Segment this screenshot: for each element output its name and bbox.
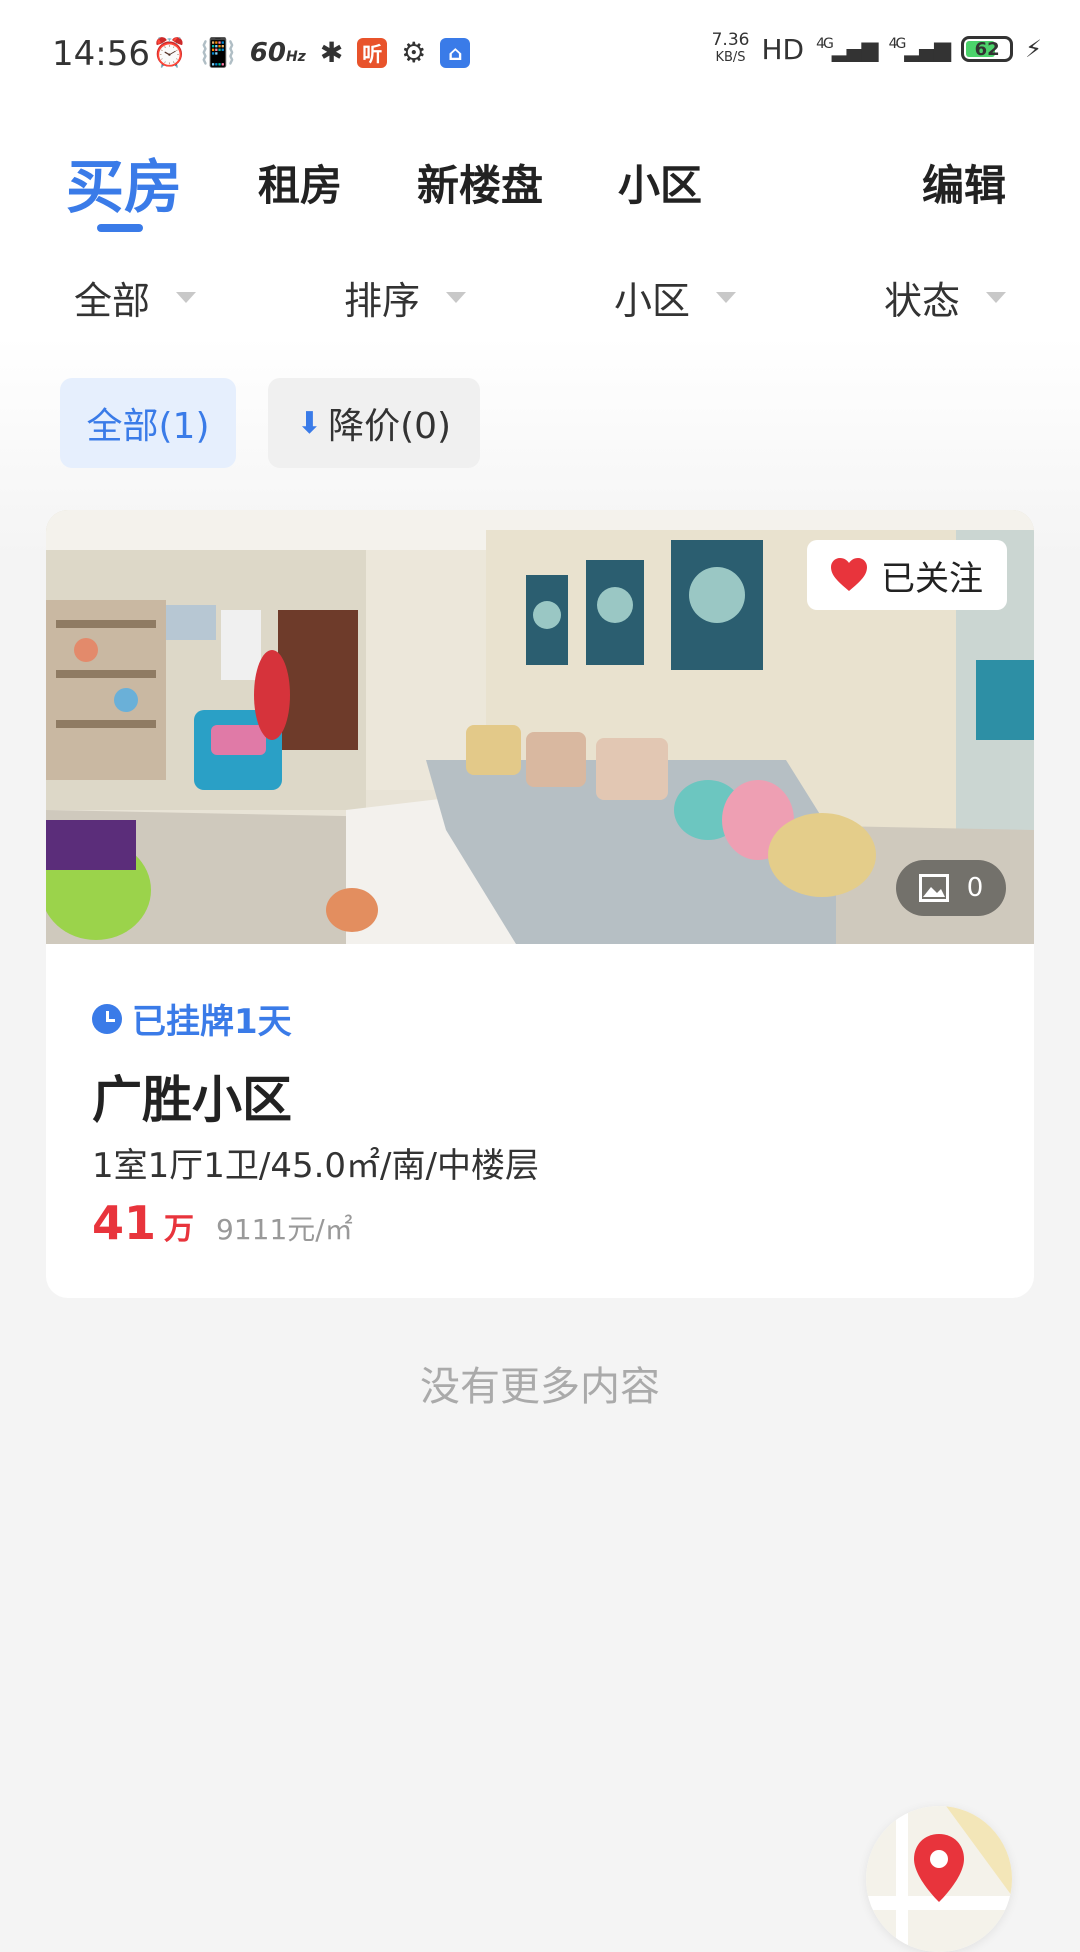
caret-down-icon (176, 292, 197, 303)
price-row: 41 万 9111元/㎡ (92, 1196, 353, 1250)
status-icons-right: 7.36 KB/S HD 4G▂▄▆ 4G▂▄▆ 62 ⚡ (712, 32, 1042, 66)
filter-bar: 全部 排序 小区 状态 (0, 270, 1080, 330)
caret-down-icon (716, 292, 737, 303)
alarm-icon: ⏰ (152, 36, 187, 69)
follow-label: 已关注 (881, 558, 983, 599)
caret-down-icon (446, 292, 467, 303)
charging-icon: ⚡ (1025, 35, 1042, 63)
filter-sort-dropdown[interactable]: 排序 (344, 270, 467, 325)
listen-app-icon: 听 (357, 37, 388, 68)
tab-community[interactable]: 小区 (618, 152, 702, 213)
tab-new-homes[interactable]: 新楼盘 (417, 152, 543, 213)
filter-label: 排序 (344, 279, 421, 323)
photo-count-badge[interactable]: 0 (896, 860, 1006, 916)
signal-icon: 4G▂▄▆ (816, 35, 879, 63)
status-bar: 14:56 ⏰ 📳 60Hz ✱ 听 ⚙ ⌂ 7.36 KB/S HD 4G▂▄… (0, 0, 1080, 110)
listed-duration: 已挂牌1天 (92, 994, 292, 1043)
map-pin-icon (866, 1806, 1012, 1952)
refresh-rate: 60Hz (249, 37, 306, 68)
listing-card[interactable]: 已关注 0 已挂牌1天 广胜小区 1室1厅1卫/45.0㎡/南/中楼层 41 万… (46, 510, 1034, 1298)
network-speed: 7.36 KB/S (711, 30, 750, 66)
clock-icon (92, 1003, 122, 1034)
status-icons-left: ⏰ 📳 60Hz ✱ 听 ⚙ ⌂ (152, 36, 471, 69)
home-app-icon: ⌂ (440, 37, 471, 68)
settings-gear-icon: ⚙ (401, 36, 427, 69)
no-more-content: 没有更多内容 (420, 1364, 660, 1410)
total-price: 41 (92, 1196, 157, 1250)
follow-button[interactable]: 已关注 (807, 540, 1007, 610)
category-tabs: 买房 租房 新楼盘 小区 编辑 (0, 140, 1080, 240)
active-tab-indicator (97, 224, 143, 232)
unit-price: 9111元/㎡ (216, 1213, 353, 1246)
filter-label: 状态 (884, 279, 961, 323)
hd-indicator: HD (761, 32, 805, 66)
filter-community-dropdown[interactable]: 小区 (614, 270, 737, 325)
photo-count: 0 (966, 873, 984, 903)
chip-label: 降价(0) (328, 406, 452, 447)
battery-icon: 62 (961, 36, 1014, 62)
listing-spec: 1室1厅1卫/45.0㎡/南/中楼层 (92, 1146, 539, 1186)
listing-title: 广胜小区 (92, 1071, 292, 1129)
bluetooth-icon: ✱ (319, 36, 344, 69)
filter-label: 小区 (614, 279, 691, 323)
listed-duration-text: 已挂牌1天 (132, 1002, 292, 1042)
signal-icon: 4G▂▄▆ (888, 35, 952, 63)
vibrate-icon: 📳 (200, 36, 236, 69)
edit-button[interactable]: 编辑 (922, 152, 1006, 213)
filter-all-dropdown[interactable]: 全部 (74, 270, 197, 325)
filter-status-dropdown[interactable]: 状态 (884, 270, 1007, 325)
heart-icon (831, 558, 867, 591)
tab-buy[interactable]: 买房 (66, 140, 182, 224)
status-time: 14:56 (52, 34, 150, 74)
tab-rent[interactable]: 租房 (258, 152, 342, 213)
caret-down-icon (986, 292, 1007, 303)
chip-price-drop[interactable]: ⬇ 降价(0) (268, 378, 480, 468)
price-unit: 万 (164, 1212, 195, 1247)
listing-photo[interactable]: 已关注 0 (46, 510, 1034, 944)
image-icon (918, 874, 949, 902)
chip-all[interactable]: 全部(1) (60, 378, 236, 468)
map-button[interactable] (866, 1806, 1012, 1952)
filter-label: 全部 (74, 279, 151, 323)
price-down-icon: ⬇ (296, 405, 323, 441)
